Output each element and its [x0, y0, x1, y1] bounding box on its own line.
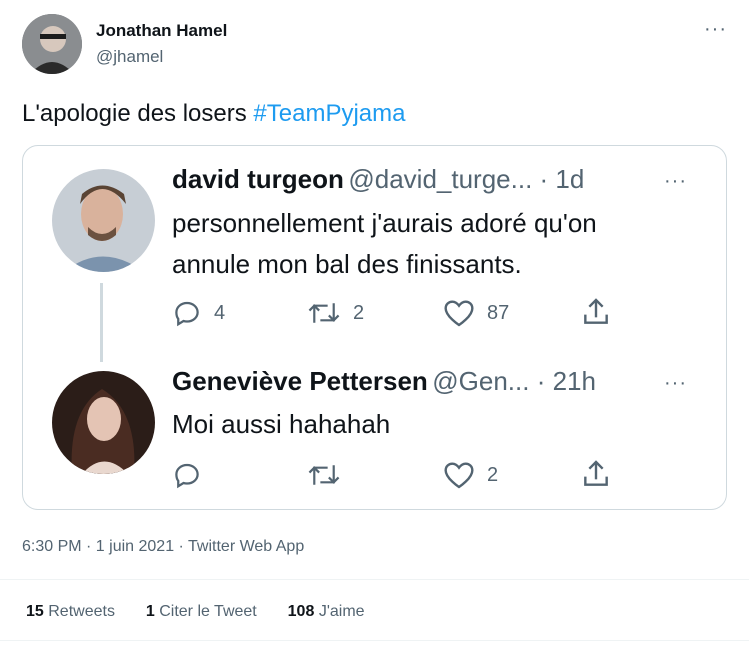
likes-count: 108 [287, 603, 315, 620]
hashtag-link[interactable]: #TeamPyjama [253, 100, 405, 127]
quotes-count: 1 [145, 603, 155, 620]
tweet-text-body: L'apologie des losers [22, 100, 254, 127]
reply-count: 4 [214, 301, 226, 324]
like-button[interactable]: 2 [443, 460, 498, 490]
quoted-author-handle-time[interactable]: @Gen... · 21h [432, 366, 596, 396]
like-count: 87 [487, 301, 510, 324]
quoted-text-line: personnellement j'aurais adoré qu'on [172, 208, 597, 238]
quotes-stat[interactable]: 1 Citer le Tweet [146, 603, 257, 620]
share-icon [584, 298, 608, 324]
retweets-stat[interactable]: 15 Retweets [26, 603, 115, 620]
retweets-count: 15 [26, 603, 44, 620]
retweet-icon [308, 465, 340, 485]
quoted-header-1: david turgeon @david_turge... · 1d [172, 164, 584, 195]
reply-icon [175, 301, 199, 327]
tweet-timestamp[interactable]: 6:30 PM · 1 juin 2021 · Twitter Web App [22, 538, 304, 556]
quoted-author-name[interactable]: Geneviève Pettersen [172, 366, 428, 396]
quoted-avatar-genevieve[interactable] [52, 371, 155, 474]
retweet-button[interactable] [307, 460, 353, 490]
author-avatar[interactable] [22, 14, 82, 74]
like-count: 2 [487, 463, 499, 486]
quoted-text-line: annule mon bal des finissants. [172, 249, 522, 279]
heart-icon [444, 300, 474, 327]
quoted-text: personnellement j'aurais adoré qu'on ann… [172, 203, 597, 285]
retweets-label: Retweets [48, 603, 115, 620]
reply-icon [175, 463, 199, 489]
retweet-count: 2 [353, 301, 365, 324]
author-handle[interactable]: @jhamel [96, 47, 163, 67]
more-icon[interactable]: ··· [664, 372, 687, 395]
more-icon[interactable]: ··· [664, 170, 687, 193]
quoted-header-2: Geneviève Pettersen @Gen... · 21h [172, 366, 596, 397]
more-icon[interactable]: ··· [704, 18, 727, 41]
tweet-stats: 15 Retweets 1 Citer le Tweet 108 J'aime [26, 603, 365, 621]
like-button[interactable]: 87 [443, 298, 509, 328]
quoted-text-line: Moi aussi hahahah [172, 409, 391, 439]
retweet-icon [308, 303, 340, 323]
share-button[interactable] [580, 458, 612, 490]
author-name[interactable]: Jonathan Hamel [96, 21, 227, 41]
quotes-label: Citer le Tweet [159, 603, 257, 620]
heart-icon [444, 462, 474, 489]
likes-label: J'aime [318, 603, 365, 620]
retweet-button[interactable]: 2 [307, 298, 364, 328]
tweet-text: L'apologie des losers #TeamPyjama [22, 100, 405, 128]
share-button[interactable] [580, 296, 612, 328]
likes-stat[interactable]: 108 J'aime [288, 603, 365, 620]
share-icon [584, 460, 608, 486]
quoted-author-handle-time[interactable]: @david_turge... · 1d [348, 164, 584, 194]
quoted-text: Moi aussi hahahah [172, 404, 390, 445]
divider [0, 640, 749, 641]
quoted-author-name[interactable]: david turgeon [172, 164, 344, 194]
divider [0, 579, 749, 580]
reply-button[interactable] [172, 460, 214, 490]
quoted-avatar-david[interactable] [52, 169, 155, 272]
reply-button[interactable]: 4 [172, 298, 225, 328]
thread-connector [100, 283, 103, 362]
